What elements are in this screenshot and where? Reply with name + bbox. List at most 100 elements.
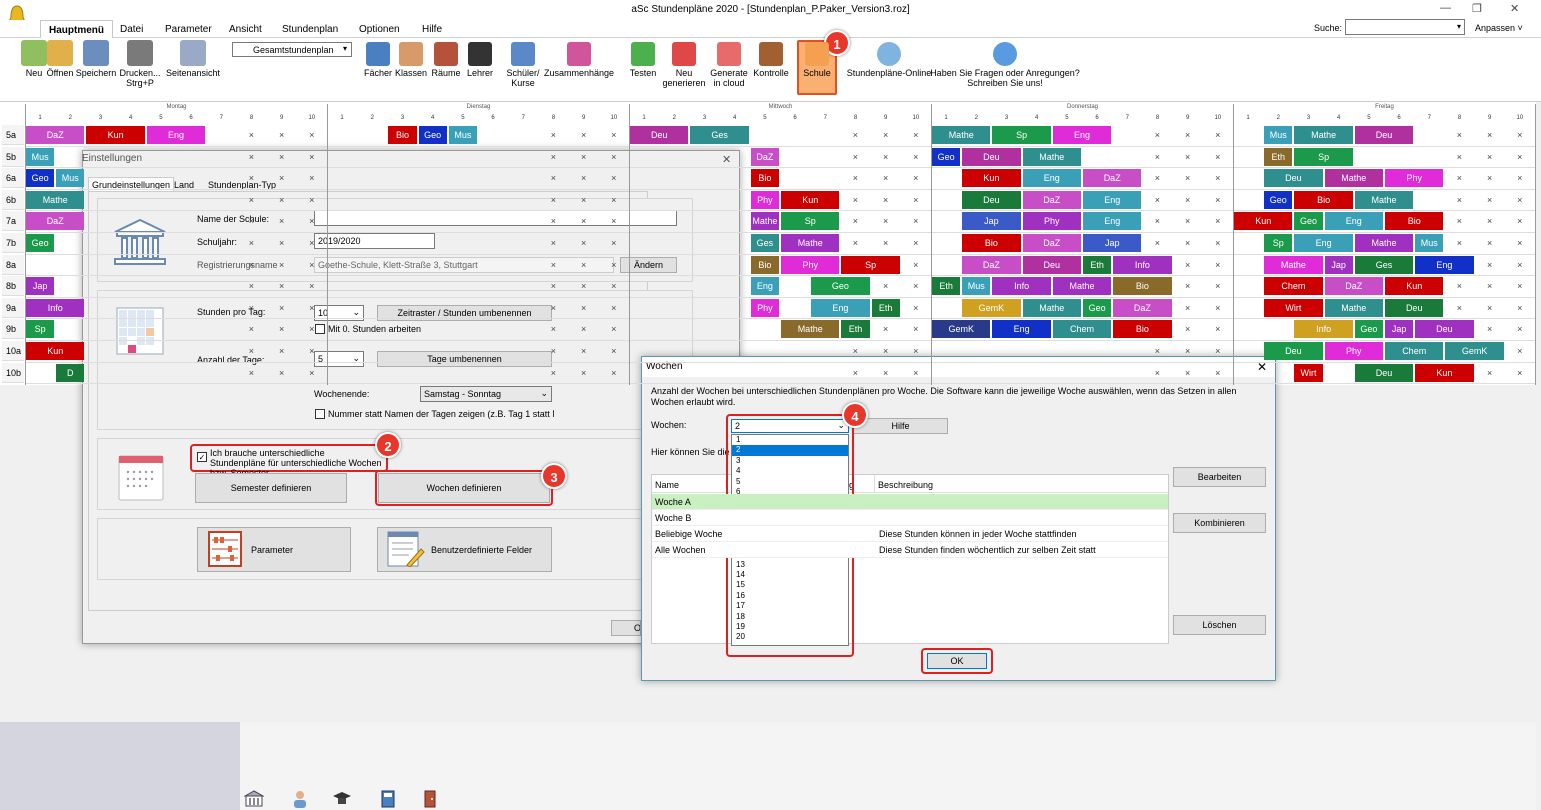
blocked-slot-mark[interactable]: × (1173, 320, 1203, 338)
lesson-cell[interactable]: Sp (1264, 234, 1293, 252)
tab-hauptmenu[interactable]: Hauptmenü (40, 20, 113, 38)
blocked-slot-mark[interactable]: × (599, 169, 629, 187)
lesson-cell[interactable]: Bio (962, 234, 1021, 252)
blocked-slot-mark[interactable]: × (840, 342, 870, 360)
chevron-down-icon[interactable]: ▾ (343, 44, 347, 53)
blocked-slot-mark[interactable]: × (901, 277, 931, 295)
ribbon-button-b12[interactable]: Haben Sie Fragen oder Anregungen? Schrei… (930, 42, 1080, 88)
blocked-slot-mark[interactable]: × (1173, 364, 1203, 382)
blocked-slot-mark[interactable]: × (569, 342, 599, 360)
weeks-option[interactable]: 16 (732, 591, 848, 601)
lesson-cell[interactable]: Sp (781, 212, 840, 231)
lesson-cell[interactable]: Mathe (26, 190, 85, 209)
blocked-slot-mark[interactable]: × (267, 320, 297, 338)
class-label-9b[interactable]: 9b (2, 319, 24, 340)
lesson-cell[interactable]: Mathe (1264, 255, 1323, 274)
weeks-option[interactable]: 18 (732, 612, 848, 622)
ribbon-button-b7[interactable]: Neu generieren (660, 42, 708, 88)
lesson-cell[interactable]: Sp (26, 320, 55, 339)
blocked-slot-mark[interactable]: × (840, 364, 870, 382)
lesson-cell[interactable]: Geo (1264, 190, 1293, 209)
blocked-slot-mark[interactable]: × (267, 277, 297, 295)
blocked-slot-mark[interactable]: × (871, 212, 901, 230)
lesson-cell[interactable]: Eng (811, 298, 870, 317)
combine-button[interactable]: Kombinieren (1173, 513, 1266, 533)
blocked-slot-mark[interactable]: × (901, 191, 931, 209)
blocked-slot-mark[interactable]: × (1203, 148, 1233, 166)
blocked-slot-mark[interactable]: × (1203, 320, 1233, 338)
lesson-cell[interactable]: Kun (1234, 212, 1293, 231)
blocked-slot-mark[interactable]: × (569, 299, 599, 317)
blocked-slot-mark[interactable]: × (840, 234, 870, 252)
blocked-slot-mark[interactable]: × (297, 364, 327, 382)
lesson-cell[interactable]: Mathe (1354, 190, 1414, 209)
ribbon-button-b0[interactable]: Fächer (362, 42, 394, 78)
blocked-slot-mark[interactable]: × (297, 256, 327, 274)
week-row[interactable] (652, 510, 1168, 526)
class-label-10b[interactable]: 10b (2, 362, 24, 383)
subject-icon[interactable] (380, 790, 396, 808)
lesson-cell[interactable]: DaZ (26, 212, 85, 231)
class-label-8b[interactable]: 8b (2, 276, 24, 297)
blocked-slot-mark[interactable]: × (599, 234, 629, 252)
lesson-cell[interactable]: Geo (811, 277, 870, 296)
blocked-slot-mark[interactable]: × (1203, 342, 1233, 360)
blocked-slot-mark[interactable]: × (297, 191, 327, 209)
class-label-9a[interactable]: 9a (2, 297, 24, 318)
lesson-cell[interactable]: Geo (1083, 298, 1112, 317)
weeks-option[interactable]: 2 (732, 445, 848, 456)
customize-button[interactable]: Anpassen ˅ (1475, 23, 1523, 33)
lesson-cell[interactable]: Mathe (781, 234, 840, 252)
blocked-slot-mark[interactable]: × (1505, 126, 1535, 144)
lesson-cell[interactable]: Geo (26, 234, 55, 252)
lesson-cell[interactable]: Mus (448, 126, 477, 144)
lesson-cell[interactable]: Mus (26, 147, 55, 166)
lesson-cell[interactable]: GemK (962, 298, 1021, 317)
blocked-slot-mark[interactable]: × (297, 212, 327, 230)
blocked-slot-mark[interactable]: × (599, 212, 629, 230)
minimize-icon[interactable]: — (1440, 2, 1451, 14)
blocked-slot-mark[interactable]: × (236, 342, 266, 360)
lesson-cell[interactable]: Deu (1264, 342, 1323, 360)
blocked-slot-mark[interactable]: × (1142, 342, 1172, 360)
blocked-slot-mark[interactable]: × (871, 191, 901, 209)
blocked-slot-mark[interactable]: × (297, 342, 327, 360)
blocked-slot-mark[interactable]: × (871, 277, 901, 295)
blocked-slot-mark[interactable]: × (840, 169, 870, 187)
lesson-cell[interactable]: Wirt (1294, 363, 1323, 382)
lesson-cell[interactable]: Kun (86, 126, 145, 144)
lesson-cell[interactable]: Jap (962, 212, 1021, 231)
blocked-slot-mark[interactable]: × (1173, 148, 1203, 166)
blocked-slot-mark[interactable]: × (901, 364, 931, 382)
blocked-slot-mark[interactable]: × (1444, 169, 1474, 187)
ribbon-button-b11[interactable]: Stundenpläne-Online (841, 42, 937, 78)
blocked-slot-mark[interactable]: × (1505, 191, 1535, 209)
blocked-slot-mark[interactable]: × (840, 148, 870, 166)
blocked-slot-mark[interactable]: × (1475, 169, 1505, 187)
lesson-cell[interactable]: Ges (1354, 255, 1414, 274)
class-label-6b[interactable]: 6b (2, 189, 24, 210)
lesson-cell[interactable]: Jap (26, 277, 55, 296)
weeks-option[interactable]: 15 (732, 580, 848, 590)
blocked-slot-mark[interactable]: × (1203, 126, 1233, 144)
blocked-slot-mark[interactable]: × (569, 169, 599, 187)
blocked-slot-mark[interactable]: × (538, 191, 568, 209)
blocked-slot-mark[interactable]: × (569, 191, 599, 209)
blocked-slot-mark[interactable]: × (236, 320, 266, 338)
blocked-slot-mark[interactable]: × (236, 234, 266, 252)
blocked-slot-mark[interactable]: × (901, 299, 931, 317)
lesson-cell[interactable]: Kun (781, 190, 840, 209)
maximize-icon[interactable]: ❐ (1472, 2, 1482, 15)
lesson-cell[interactable]: Eth (871, 298, 900, 317)
lesson-cell[interactable]: Sp (1294, 147, 1353, 166)
weeks-option[interactable]: 4 (732, 466, 848, 476)
number-days-checkbox[interactable] (315, 409, 325, 419)
different-plans-checkbox[interactable]: ✓ (197, 452, 207, 462)
ribbon-button-b6[interactable]: Testen (624, 42, 662, 78)
blocked-slot-mark[interactable]: × (1203, 191, 1233, 209)
lesson-cell[interactable]: Geo (1294, 212, 1323, 231)
lesson-cell[interactable]: Bio (388, 126, 417, 144)
lesson-cell[interactable]: Eth (932, 277, 961, 296)
blocked-slot-mark[interactable]: × (1475, 126, 1505, 144)
blocked-slot-mark[interactable]: × (1505, 364, 1535, 382)
